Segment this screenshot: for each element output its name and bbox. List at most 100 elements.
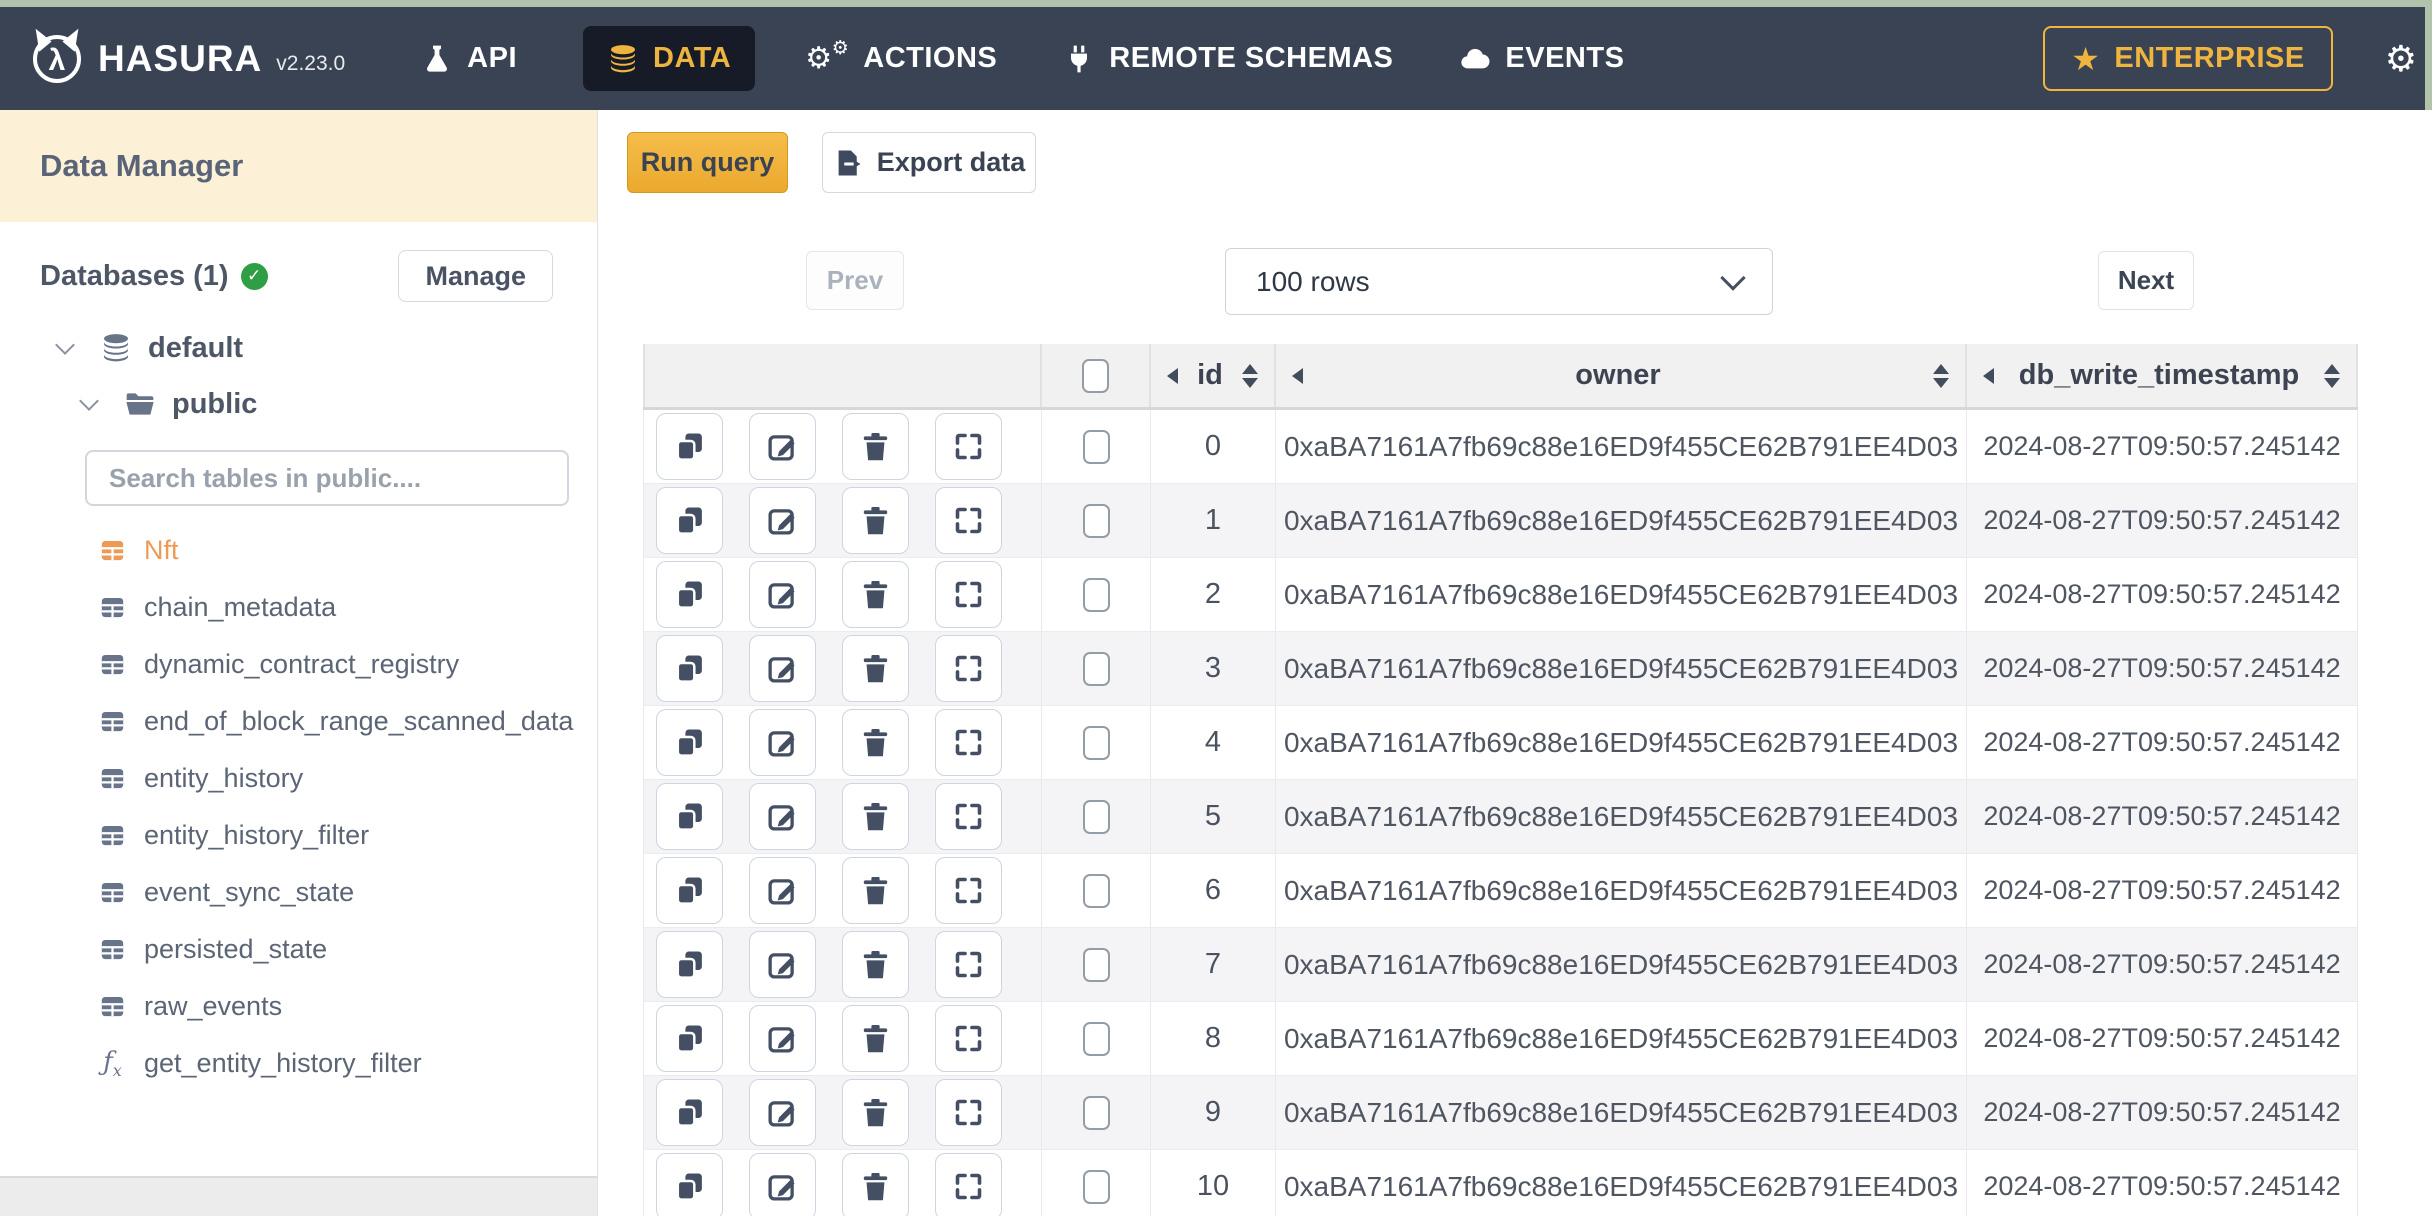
collapse-column-icon[interactable] xyxy=(1983,367,1994,384)
collapse-column-icon[interactable] xyxy=(1167,367,1178,384)
copy-row-button[interactable] xyxy=(656,1005,723,1072)
nav-item-remote-schemas[interactable]: REMOTE SCHEMAS xyxy=(1063,42,1393,75)
expand-row-button[interactable] xyxy=(935,487,1002,554)
expand-row-button[interactable] xyxy=(935,857,1002,924)
copy-row-button[interactable] xyxy=(656,413,723,480)
delete-row-button[interactable] xyxy=(842,783,909,850)
row-checkbox[interactable] xyxy=(1082,651,1110,686)
sidebar-table-Nft[interactable]: Nft xyxy=(0,522,597,579)
chevron-down-icon[interactable] xyxy=(55,335,75,355)
sidebar-table-entity_history[interactable]: entity_history xyxy=(0,750,597,807)
sidebar-table-get_entity_history_filter[interactable]: ƒx get_entity_history_filter xyxy=(0,1035,597,1092)
copy-row-button[interactable] xyxy=(656,783,723,850)
column-header-owner[interactable]: owner xyxy=(1276,344,1967,407)
expand-row-button[interactable] xyxy=(935,1079,1002,1146)
delete-row-button[interactable] xyxy=(842,709,909,776)
delete-row-button[interactable] xyxy=(842,635,909,702)
database-icon xyxy=(607,43,639,75)
sidebar-table-entity_history_filter[interactable]: entity_history_filter xyxy=(0,807,597,864)
delete-row-button[interactable] xyxy=(842,1079,909,1146)
delete-row-button[interactable] xyxy=(842,487,909,554)
edit-row-button[interactable] xyxy=(749,635,816,702)
sidebar-table-raw_events[interactable]: raw_events xyxy=(0,978,597,1035)
expand-row-button[interactable] xyxy=(935,635,1002,702)
row-checkbox[interactable] xyxy=(1082,725,1110,760)
expand-row-button[interactable] xyxy=(935,561,1002,628)
edit-row-button[interactable] xyxy=(749,857,816,924)
sort-icon[interactable] xyxy=(1933,363,1949,388)
edit-row-button[interactable] xyxy=(749,931,816,998)
chevron-down-icon[interactable] xyxy=(79,391,99,411)
copy-row-button[interactable] xyxy=(656,709,723,776)
next-page-button[interactable]: Next xyxy=(2098,251,2194,310)
nav-item-api[interactable]: API xyxy=(421,42,517,75)
expand-row-button[interactable] xyxy=(935,413,1002,480)
row-checkbox[interactable] xyxy=(1082,577,1110,612)
tree-item-public[interactable]: public xyxy=(0,376,597,432)
edit-row-button[interactable] xyxy=(749,487,816,554)
expand-row-button[interactable] xyxy=(935,931,1002,998)
expand-row-button[interactable] xyxy=(935,1153,1002,1216)
run-query-button[interactable]: Run query xyxy=(627,132,788,193)
sidebar-table-dynamic_contract_registry[interactable]: dynamic_contract_registry xyxy=(0,636,597,693)
expand-row-button[interactable] xyxy=(935,783,1002,850)
edit-row-button[interactable] xyxy=(749,783,816,850)
column-header-db-write-timestamp[interactable]: db_write_timestamp xyxy=(1967,344,2358,407)
sort-icon[interactable] xyxy=(2324,363,2340,388)
row-checkbox[interactable] xyxy=(1082,429,1110,464)
enterprise-button[interactable]: ★ ENTERPRISE xyxy=(2043,26,2333,91)
settings-gear-icon[interactable]: ⚙ xyxy=(2385,38,2417,80)
copy-row-button[interactable] xyxy=(656,487,723,554)
row-checkbox[interactable] xyxy=(1082,799,1110,834)
copy-row-button[interactable] xyxy=(656,561,723,628)
databases-label: Databases (1) xyxy=(40,259,229,292)
sidebar-table-end_of_block_range_scanned_data[interactable]: end_of_block_range_scanned_data xyxy=(0,693,597,750)
delete-row-button[interactable] xyxy=(842,561,909,628)
sidebar-table-chain_metadata[interactable]: chain_metadata xyxy=(0,579,597,636)
table-row: 0 0xaBA7161A7fb69c88e16ED9f455CE62B791EE4… xyxy=(643,410,2358,484)
edit-row-button[interactable] xyxy=(749,1153,816,1216)
copy-row-button[interactable] xyxy=(656,857,723,924)
edit-row-button[interactable] xyxy=(749,1005,816,1072)
expand-row-button[interactable] xyxy=(935,1005,1002,1072)
export-data-button[interactable]: Export data xyxy=(822,132,1036,193)
row-checkbox[interactable] xyxy=(1082,873,1110,908)
delete-row-button[interactable] xyxy=(842,413,909,480)
delete-row-button[interactable] xyxy=(842,1153,909,1216)
row-actions-cell xyxy=(643,1076,1042,1149)
row-checkbox[interactable] xyxy=(1082,1021,1110,1056)
delete-row-button[interactable] xyxy=(842,1005,909,1072)
copy-row-button[interactable] xyxy=(656,1079,723,1146)
sidebar-table-event_sync_state[interactable]: event_sync_state xyxy=(0,864,597,921)
copy-row-button[interactable] xyxy=(656,635,723,702)
copy-row-button[interactable] xyxy=(656,1153,723,1216)
nav-item-events[interactable]: EVENTS xyxy=(1459,42,1624,75)
search-input[interactable] xyxy=(85,450,569,506)
nav-item-data[interactable]: DATA xyxy=(583,26,756,91)
tree-item-default[interactable]: default xyxy=(0,320,597,376)
column-header-id[interactable]: id xyxy=(1151,344,1276,407)
select-all-checkbox[interactable] xyxy=(1082,358,1109,393)
row-checkbox[interactable] xyxy=(1082,947,1110,982)
edit-row-button[interactable] xyxy=(749,413,816,480)
edit-row-button[interactable] xyxy=(749,1079,816,1146)
sidebar-table-persisted_state[interactable]: persisted_state xyxy=(0,921,597,978)
delete-row-button[interactable] xyxy=(842,857,909,924)
prev-page-button[interactable]: Prev xyxy=(806,251,904,310)
sort-icon[interactable] xyxy=(1242,363,1258,388)
manage-button[interactable]: Manage xyxy=(398,250,553,302)
row-actions-cell xyxy=(643,558,1042,631)
nav-item-actions[interactable]: ⚙ ⚙ ACTIONS xyxy=(805,38,997,75)
row-checkbox[interactable] xyxy=(1082,503,1110,538)
expand-row-button[interactable] xyxy=(935,709,1002,776)
delete-row-button[interactable] xyxy=(842,931,909,998)
rows-per-page-select[interactable]: 100 rows xyxy=(1225,248,1773,315)
expand-icon xyxy=(952,504,985,537)
row-checkbox[interactable] xyxy=(1082,1095,1110,1130)
edit-row-button[interactable] xyxy=(749,709,816,776)
collapse-column-icon[interactable] xyxy=(1292,367,1303,384)
row-checkbox[interactable] xyxy=(1082,1169,1110,1204)
hasura-brand[interactable]: λ HASURA v2.23.0 xyxy=(26,25,345,86)
copy-row-button[interactable] xyxy=(656,931,723,998)
edit-row-button[interactable] xyxy=(749,561,816,628)
